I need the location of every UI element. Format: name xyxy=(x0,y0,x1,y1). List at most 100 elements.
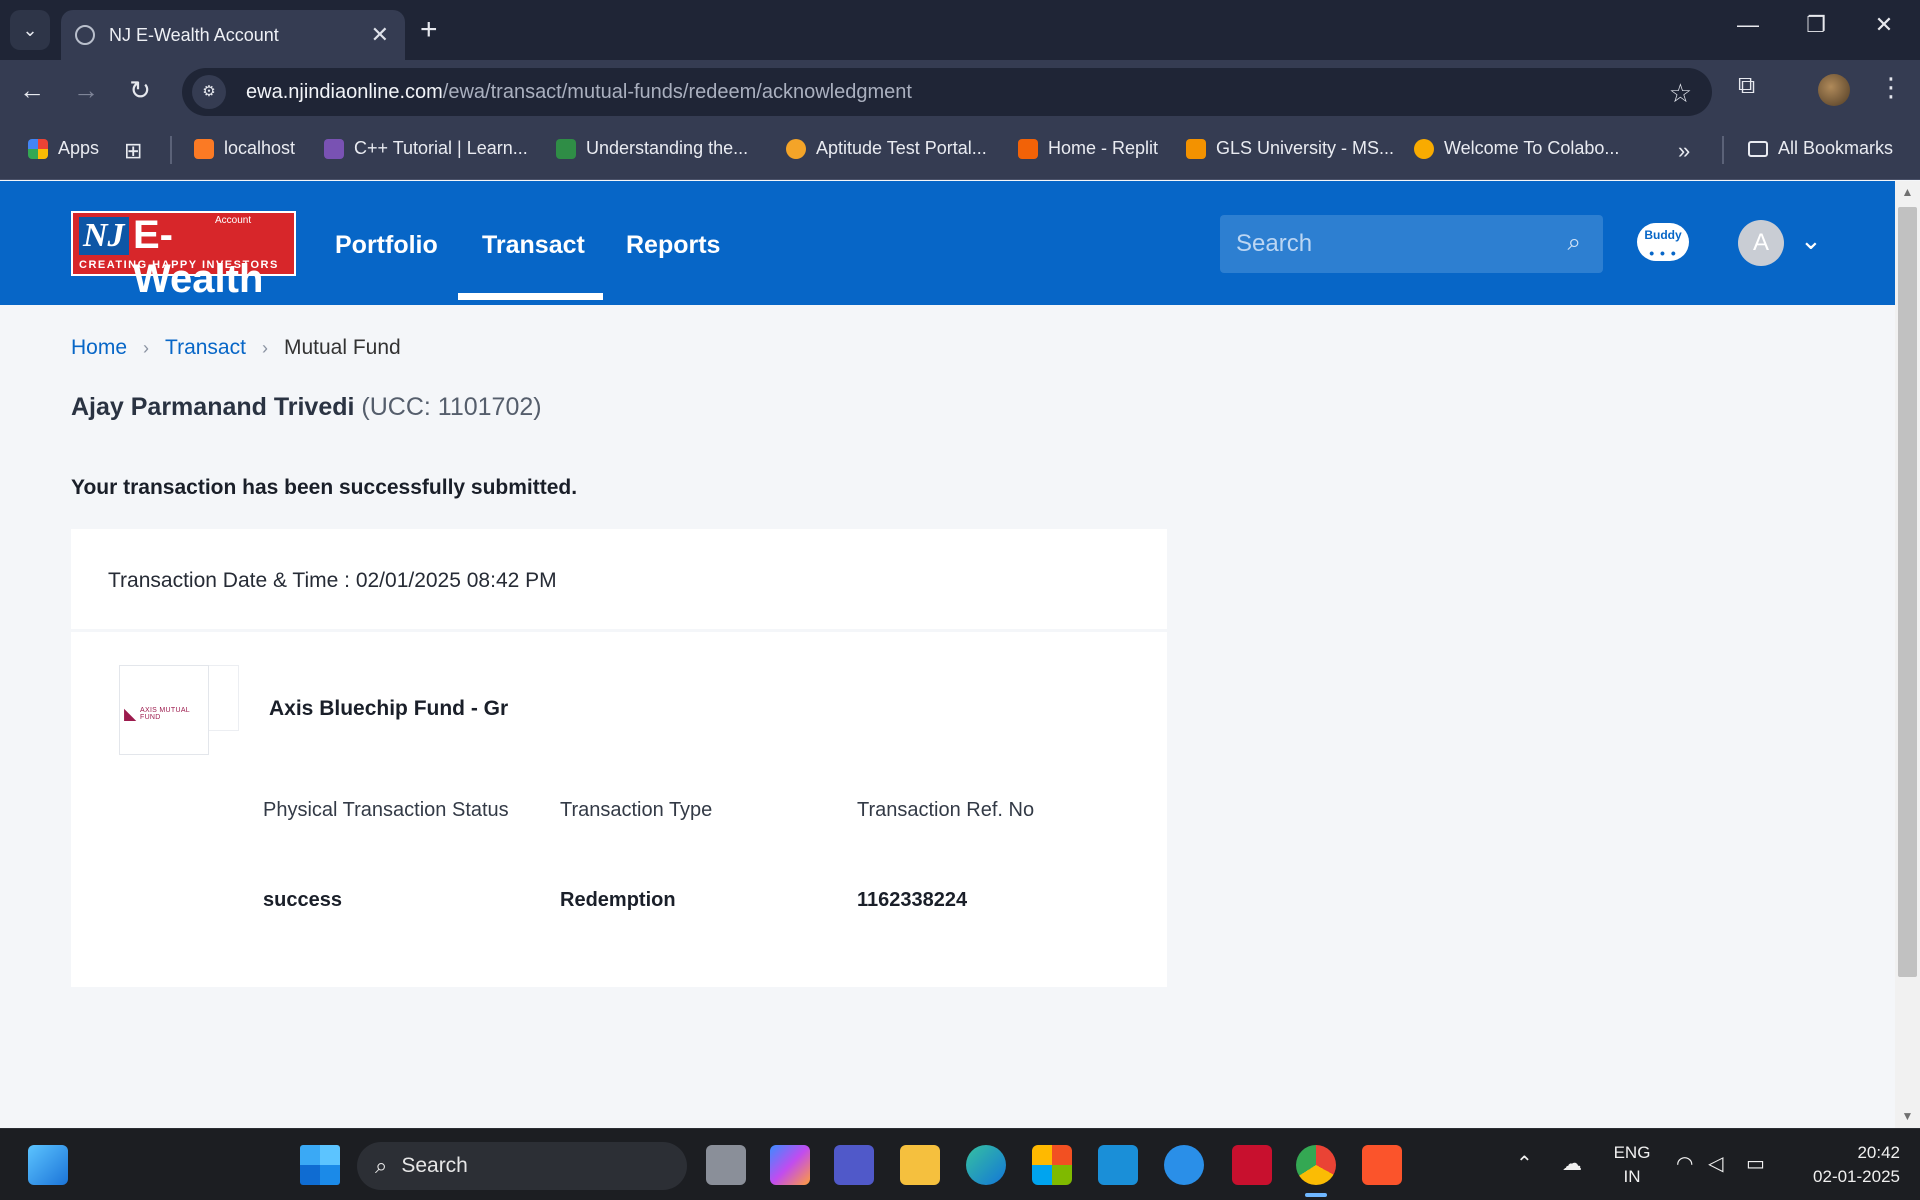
geeksforgeeks-icon xyxy=(556,138,576,159)
type-label: Transaction Type xyxy=(560,799,713,821)
user-avatar[interactable]: A xyxy=(1738,220,1784,266)
bookmark-apps[interactable]: Apps xyxy=(28,138,99,159)
status-label: Physical Transaction Status xyxy=(263,799,509,821)
restore-button[interactable]: ❐ xyxy=(1796,12,1836,38)
transaction-date-time: Transaction Date & Time : 02/01/2025 08:… xyxy=(108,569,557,592)
page-scrollbar[interactable]: ▲ ▼ xyxy=(1895,181,1920,1128)
volume-icon[interactable]: ◁ xyxy=(1708,1151,1723,1176)
scroll-down-icon[interactable]: ▼ xyxy=(1895,1109,1920,1123)
myhp-icon[interactable] xyxy=(1098,1145,1138,1185)
browser-tab-bar: ⌄ NJ E-Wealth Account ✕ + — ❐ ✕ xyxy=(0,0,1920,60)
copilot-icon[interactable] xyxy=(770,1145,810,1185)
file-explorer-icon[interactable] xyxy=(900,1145,940,1185)
globe-icon xyxy=(75,25,95,45)
fund-logo-border xyxy=(209,665,239,731)
nav-transact[interactable]: Transact xyxy=(482,231,585,260)
bookmark-understanding[interactable]: Understanding the... xyxy=(556,138,748,159)
minimize-button[interactable]: — xyxy=(1728,12,1768,38)
reload-button[interactable]: ↻ xyxy=(122,73,158,109)
edge-icon[interactable] xyxy=(966,1145,1006,1185)
chevron-up-icon[interactable]: ⌃ xyxy=(1516,1151,1533,1176)
start-icon[interactable] xyxy=(300,1145,340,1185)
chrome-icon[interactable] xyxy=(1296,1145,1336,1185)
widgets-icon[interactable] xyxy=(28,1145,68,1185)
xampp-icon xyxy=(194,138,214,159)
language-bottom[interactable]: IN xyxy=(1606,1167,1658,1187)
scroll-up-icon[interactable]: ▲ xyxy=(1895,185,1920,199)
breadcrumb-transact[interactable]: Transact xyxy=(165,336,246,360)
taskbar-search[interactable]: ⌕ Search xyxy=(357,1142,687,1190)
bookmark-cpp-tutorial[interactable]: C++ Tutorial | Learn... xyxy=(324,138,528,159)
fund-logo: ◣ AXIS MUTUAL FUND xyxy=(119,665,209,755)
wifi-icon[interactable]: ◠ xyxy=(1676,1151,1693,1176)
bookmark-localhost[interactable]: localhost xyxy=(194,138,295,159)
nav-portfolio[interactable]: Portfolio xyxy=(335,231,438,260)
chevron-right-icon: › xyxy=(143,337,150,358)
active-app-indicator xyxy=(1305,1193,1327,1197)
teams-icon[interactable] xyxy=(834,1145,874,1185)
gls-icon xyxy=(1186,138,1206,159)
browser-menu-icon[interactable]: ⋮ xyxy=(1878,72,1904,103)
search-input[interactable] xyxy=(1236,230,1536,258)
bookmark-gls[interactable]: GLS University - MS... xyxy=(1186,138,1394,159)
profile-avatar[interactable] xyxy=(1818,74,1850,106)
brave-icon[interactable] xyxy=(1362,1145,1402,1185)
onedrive-icon[interactable]: ☁ xyxy=(1562,1151,1582,1176)
fund-logo-text: AXIS MUTUAL FUND xyxy=(140,707,190,721)
tab-search-button[interactable]: ⌄ xyxy=(10,10,50,50)
bookmark-aptitude[interactable]: Aptitude Test Portal... xyxy=(786,138,987,159)
success-message: Your transaction has been successfully s… xyxy=(71,476,578,499)
tab-title: NJ E-Wealth Account xyxy=(109,24,279,45)
mcafee-icon[interactable] xyxy=(1232,1145,1272,1185)
store-icon[interactable] xyxy=(1032,1145,1072,1185)
search-icon[interactable]: ⌕ xyxy=(1568,229,1581,257)
more-bookmarks-icon[interactable]: » xyxy=(1678,138,1690,164)
fund-name: Axis Bluechip Fund - Gr xyxy=(269,697,509,720)
ref-label: Transaction Ref. No xyxy=(857,799,1035,821)
aptitude-icon xyxy=(786,138,806,159)
bookmarks-bar: Apps ⊞ localhost C++ Tutorial | Learn...… xyxy=(0,120,1920,180)
nav-reports[interactable]: Reports xyxy=(626,231,720,260)
all-bookmarks[interactable]: All Bookmarks xyxy=(1748,138,1893,159)
new-tab-button[interactable]: + xyxy=(420,14,438,46)
task-view-icon[interactable] xyxy=(706,1145,746,1185)
type-value: Redemption xyxy=(560,889,676,911)
scrollbar-thumb[interactable] xyxy=(1898,207,1917,977)
breadcrumb: Home › Transact › Mutual Fund xyxy=(71,336,401,360)
buddy-chat-icon[interactable]: Buddy • • • xyxy=(1637,223,1689,261)
site-search: ⌕ xyxy=(1220,215,1603,273)
windows-taskbar: ⌕ Search ⌃ ☁ ENG IN ◠ ◁ ▭ 20:42 02-01-20… xyxy=(0,1128,1920,1200)
bookmark-separator xyxy=(170,136,172,164)
breadcrumb-home[interactable]: Home xyxy=(71,336,127,360)
axis-logo-icon: ◣ xyxy=(124,706,137,723)
close-tab-icon[interactable]: ✕ xyxy=(371,22,389,48)
site-info-icon[interactable]: ⚙ xyxy=(192,75,226,109)
folder-icon xyxy=(1748,140,1768,157)
clock-date[interactable]: 02-01-2025 xyxy=(1790,1167,1900,1187)
apps-grid-icon xyxy=(28,138,48,159)
bookmark-colab[interactable]: Welcome To Colabo... xyxy=(1414,138,1619,159)
close-window-button[interactable]: ✕ xyxy=(1864,12,1904,38)
ref-value: 1162338224 xyxy=(857,889,968,911)
forward-button[interactable]: → xyxy=(68,73,104,109)
bookmark-replit[interactable]: Home - Replit xyxy=(1018,138,1158,159)
nj-ewealth-logo[interactable]: NJ E-Wealth Account CREATING HAPPY INVES… xyxy=(71,211,296,301)
clock-time[interactable]: 20:42 xyxy=(1790,1143,1900,1163)
replit-icon xyxy=(1018,138,1038,159)
back-button[interactable]: ← xyxy=(14,73,50,109)
chevron-down-icon[interactable]: ⌄ xyxy=(1800,225,1822,256)
url-text: ewa.njindiaonline.com/ewa/transact/mutua… xyxy=(246,80,912,103)
browser-tab[interactable]: NJ E-Wealth Account ✕ xyxy=(61,10,405,60)
logo-brand: E-Wealth xyxy=(133,213,264,301)
extensions-icon[interactable]: ⧉ xyxy=(1738,72,1755,100)
client-heading: Ajay Parmanand Trivedi (UCC: 1101702) xyxy=(71,393,542,422)
battery-icon[interactable]: ▭ xyxy=(1746,1151,1765,1176)
help-icon[interactable] xyxy=(1164,1145,1204,1185)
logo-nj: NJ xyxy=(79,217,129,255)
language-top[interactable]: ENG xyxy=(1606,1143,1658,1163)
logo-tagline: CREATING HAPPY INVESTORS xyxy=(79,259,279,271)
bookmark-separator xyxy=(1722,136,1724,164)
address-bar[interactable]: ⚙ ewa.njindiaonline.com/ewa/transact/mut… xyxy=(182,68,1712,116)
tab-groups-icon[interactable]: ⊞ xyxy=(124,138,142,164)
bookmark-star-icon[interactable]: ☆ xyxy=(1669,78,1692,109)
